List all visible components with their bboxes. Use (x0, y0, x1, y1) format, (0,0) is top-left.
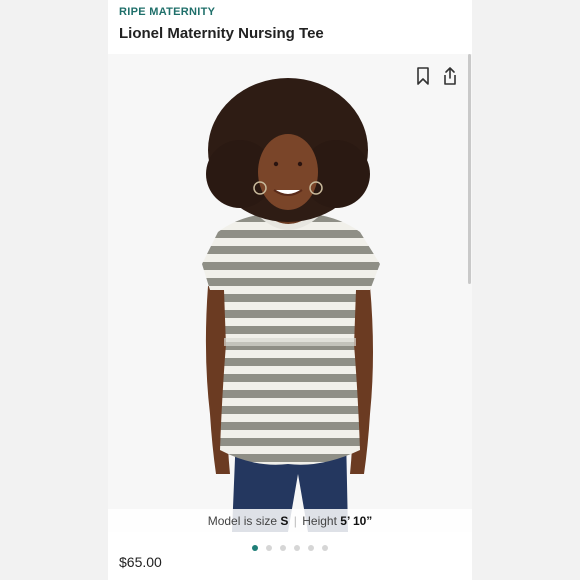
model-height-value: 5’ 10” (340, 514, 373, 528)
product-title: Lionel Maternity Nursing Tee (119, 25, 324, 42)
bookmark-icon[interactable] (414, 66, 432, 86)
right-background (472, 0, 580, 580)
model-size-prefix: Model is size (207, 514, 278, 528)
model-height-label: Height (302, 514, 337, 528)
caption-separator: | (293, 514, 297, 528)
product-header: RIPE MATERNITY Lionel Maternity Nursing … (108, 0, 472, 54)
left-background (0, 0, 108, 580)
pagination-dot[interactable] (280, 545, 286, 551)
pagination-dot[interactable] (252, 545, 258, 551)
pagination-dot[interactable] (322, 545, 328, 551)
share-icon[interactable] (441, 66, 459, 86)
brand-link[interactable]: RIPE MATERNITY (119, 6, 215, 18)
pagination-dot[interactable] (294, 545, 300, 551)
image-gallery[interactable]: Model is size S | Height 5’ 10” (108, 54, 472, 532)
scrollbar[interactable] (468, 54, 471, 284)
pagination-dot[interactable] (308, 545, 314, 551)
product-photo (108, 54, 472, 532)
gallery-pagination (108, 538, 472, 551)
model-size-value: S (280, 514, 289, 528)
product-screen: RIPE MATERNITY Lionel Maternity Nursing … (108, 0, 472, 580)
product-price: $65.00 (119, 554, 162, 570)
model-info-caption: Model is size S | Height 5’ 10” (108, 509, 472, 532)
pagination-dot[interactable] (266, 545, 272, 551)
